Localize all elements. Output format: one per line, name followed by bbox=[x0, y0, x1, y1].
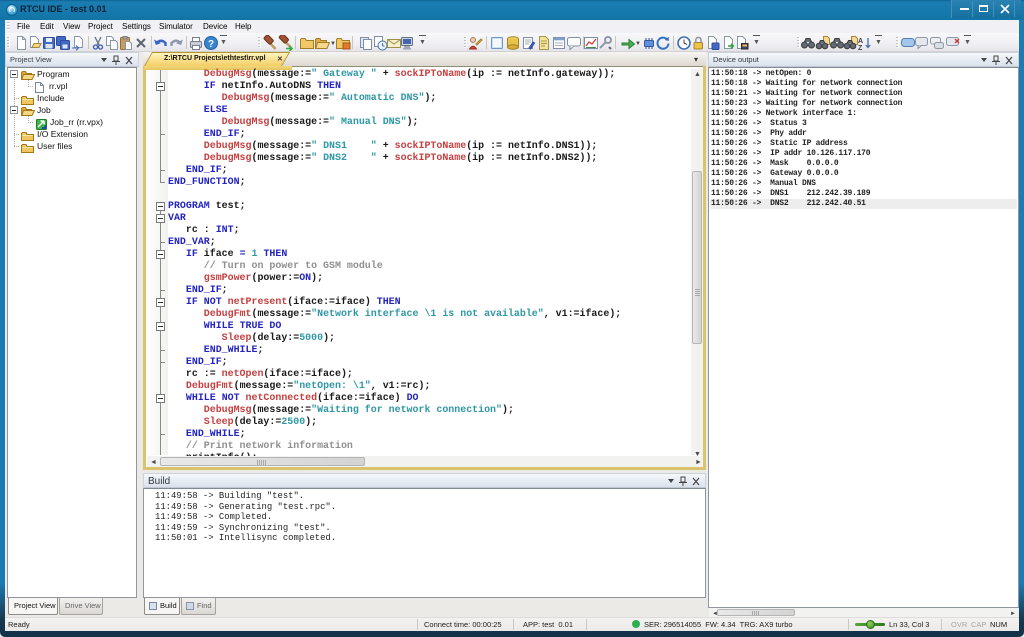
svg-text:Z: Z bbox=[858, 45, 863, 51]
svg-text:?: ? bbox=[208, 39, 214, 50]
svg-text:A: A bbox=[858, 38, 863, 45]
